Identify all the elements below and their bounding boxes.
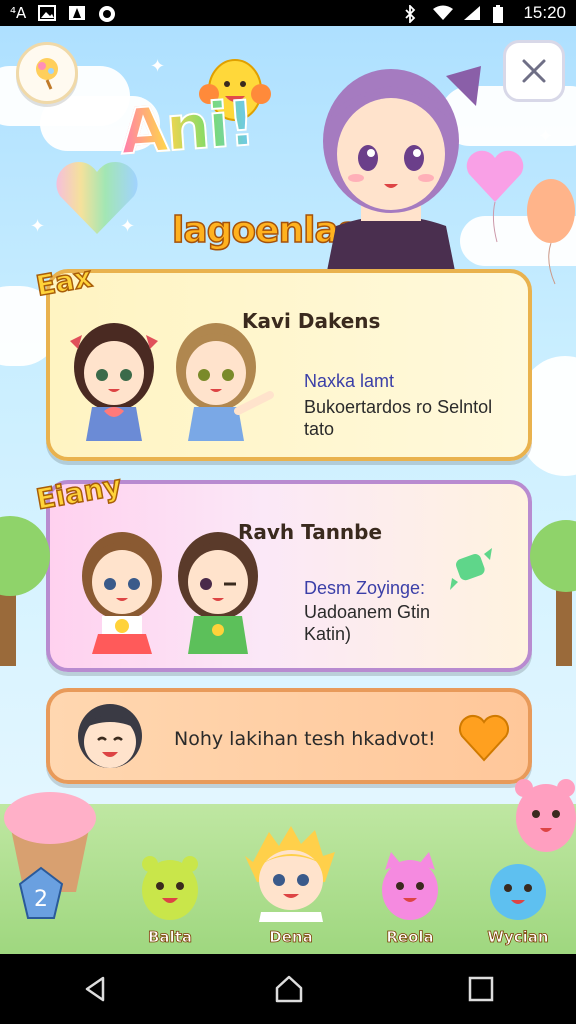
character-girl-purple: [323, 66, 481, 276]
heart-icon[interactable]: [458, 712, 510, 764]
close-button[interactable]: [503, 40, 565, 102]
sparkle-icon: ✦: [538, 126, 554, 147]
signal-icon: [463, 5, 481, 21]
status-time: 15:20: [523, 3, 566, 22]
message-text: Nohy lakihan tesh hkadvot!: [174, 728, 436, 750]
bottom-nav-label: Balta: [148, 928, 193, 947]
sparkle-icon: ✦: [150, 56, 166, 77]
level-badge-icon: 2: [18, 866, 64, 919]
candy-icon: [450, 548, 492, 590]
close-icon: [520, 57, 548, 85]
game-logo: Ani!: [117, 85, 257, 169]
balloon-icon: [527, 179, 575, 285]
card-title: Kavi Dakens: [242, 309, 381, 333]
game-scene: ✦ ✦ ✦ ✦ ✦ Ani! lagoenlasa!: [0, 26, 576, 954]
card-subtitle: Desm Zoyinge:: [304, 578, 426, 598]
sparkle-icon: ✦: [30, 216, 46, 237]
bottom-nav-item-3[interactable]: Reola: [372, 850, 448, 946]
home-icon[interactable]: [273, 974, 305, 1004]
yellow-bear-icon: [142, 856, 198, 920]
card-description-2: tato: [304, 419, 335, 439]
character-girl-dark-hair: [70, 323, 158, 441]
pink-cat-icon: [382, 852, 438, 920]
lollipop-icon: [36, 58, 58, 90]
image-icon: [38, 5, 57, 21]
card-description: Uadoanem Gtin: [304, 602, 431, 622]
bottom-nav-label: Reola: [386, 928, 434, 947]
status-right: 15:20: [403, 3, 566, 25]
character-boy-blonde: [245, 826, 335, 922]
wifi-icon: [433, 5, 454, 21]
bottom-nav-label: Wycian: [487, 928, 549, 947]
status-left: ⁴A: [10, 4, 116, 22]
recents-icon[interactable]: [467, 975, 495, 1003]
card-description: Bukoertardos ro Selntol: [304, 397, 493, 417]
status-left-text: ⁴A: [10, 4, 27, 22]
app-icon: [68, 5, 86, 21]
battery-icon: [493, 5, 511, 23]
card-ribbon: Eax: [33, 260, 95, 304]
bluetooth-icon: [403, 3, 421, 25]
character-card[interactable]: Eiany Ravh Tannbe Desm Zoyinge: Uadoanem…: [33, 468, 532, 672]
status-bar: ⁴A 15:20: [0, 0, 576, 26]
menu-button[interactable]: [16, 42, 78, 104]
bottom-nav-item-4[interactable]: Wycian: [480, 850, 556, 946]
character-girl-brown-hair: [82, 532, 162, 654]
avatar: [78, 704, 142, 768]
tree-right: [530, 520, 576, 666]
back-icon[interactable]: [81, 974, 111, 1004]
character-card[interactable]: Eax Kavi Dakens Naxka lamt Bukoertardos …: [33, 260, 532, 461]
card-title: Ravh Tannbe: [238, 520, 383, 544]
bottom-nav-item-2[interactable]: Dena: [236, 822, 346, 946]
notification-icon: [98, 5, 116, 22]
svg-text:2: 2: [34, 887, 48, 912]
card-description-2: Katin): [304, 624, 352, 644]
tree-left: [0, 516, 50, 666]
blue-blob-icon: [490, 864, 546, 920]
bottom-nav-item-1[interactable]: Balta: [132, 850, 208, 946]
system-nav-bar: [0, 954, 576, 1024]
bottom-nav-label: Dena: [269, 928, 313, 947]
card-subtitle: Naxka lamt: [304, 371, 395, 391]
message-card[interactable]: Nohy lakihan tesh hkadvot!: [46, 688, 532, 784]
